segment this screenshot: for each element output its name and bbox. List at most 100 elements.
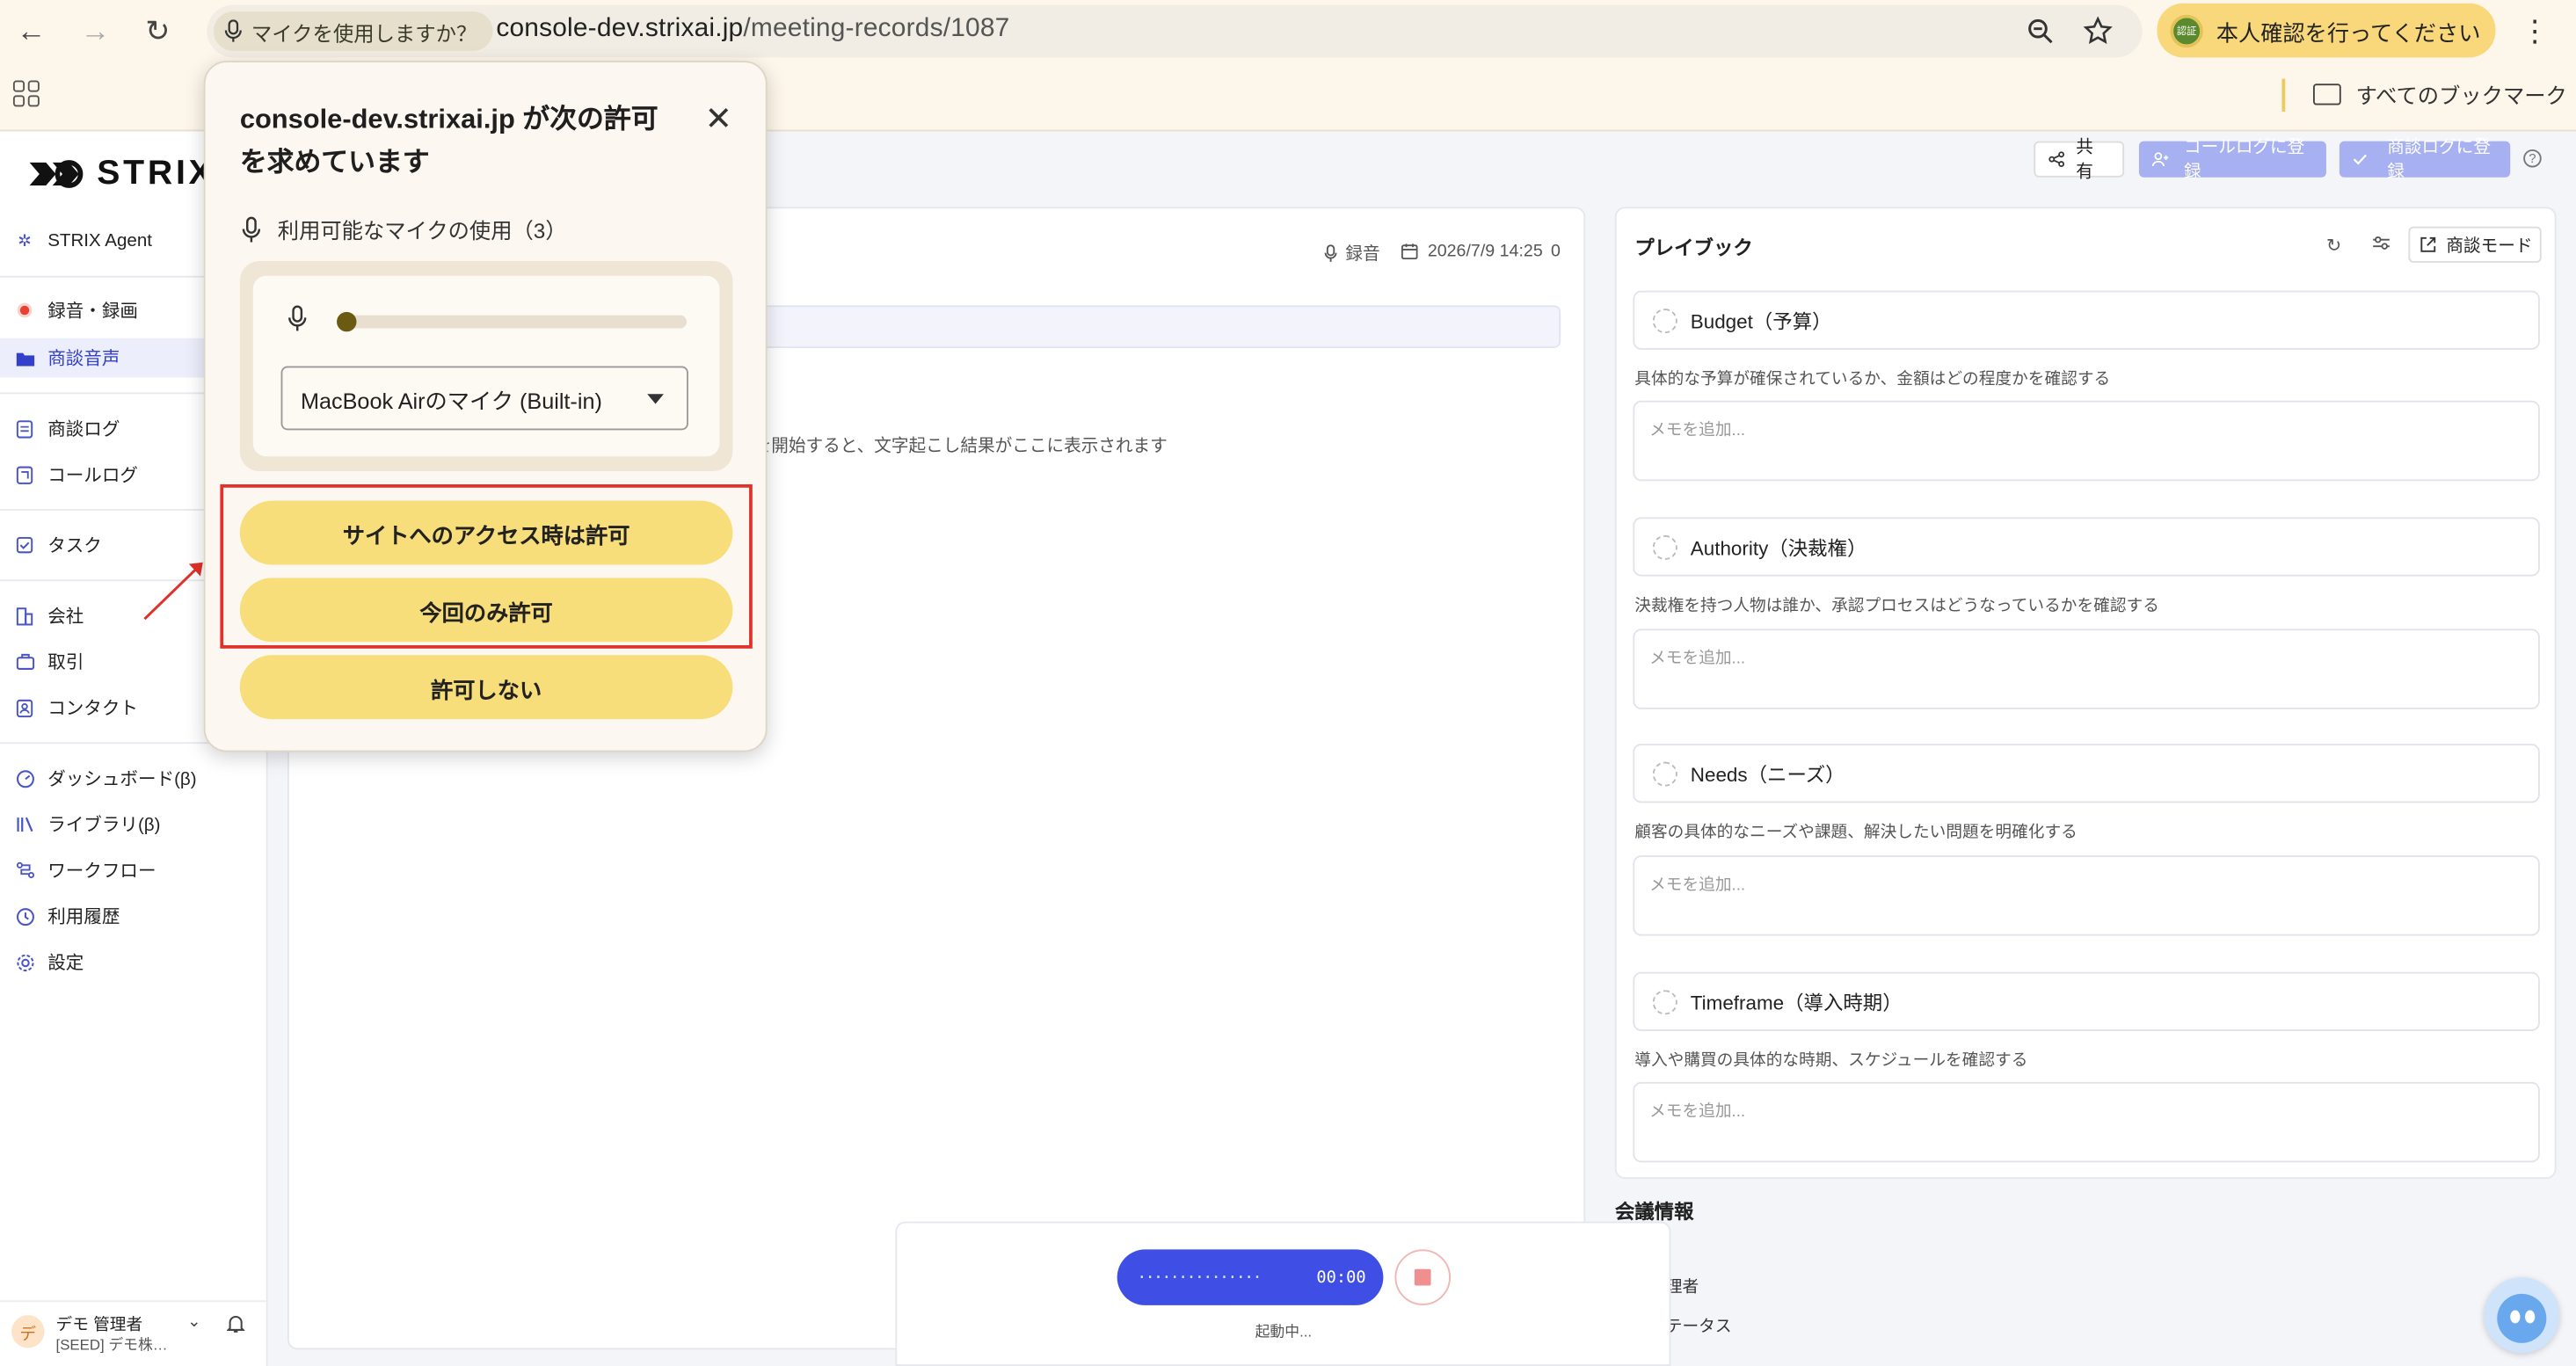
add-user-icon bbox=[2151, 152, 2169, 167]
refresh-icon[interactable]: ↻ bbox=[2326, 235, 2341, 256]
criterion-needs[interactable]: Needs（ニーズ） bbox=[1633, 744, 2540, 803]
status-circle-icon[interactable] bbox=[1652, 990, 1677, 1015]
all-bookmarks-label: すべてのブックマーク bbox=[2355, 84, 2567, 109]
workflow-icon bbox=[15, 861, 34, 880]
contact-icon bbox=[15, 698, 34, 717]
folder-icon bbox=[2312, 84, 2341, 105]
memo-input[interactable]: メモを追加... bbox=[1633, 1081, 2540, 1163]
microphone-icon bbox=[242, 215, 261, 242]
owl-mascot-icon bbox=[2497, 1293, 2547, 1343]
forward-icon[interactable]: → bbox=[74, 10, 117, 53]
dialog-title: console-dev.strixai.jp が次の許可を求めています bbox=[239, 105, 659, 178]
deal-mode-button[interactable]: 商談モード bbox=[2408, 226, 2542, 263]
criterion-timeframe[interactable]: Timeframe（導入時期） bbox=[1633, 971, 2540, 1031]
microphone-icon bbox=[288, 305, 307, 331]
reload-icon[interactable]: ↻ bbox=[136, 10, 179, 53]
record-type: 録音 bbox=[1324, 242, 1380, 266]
transcript-search-bar[interactable] bbox=[749, 305, 1561, 348]
sidebar-item-label: ワークフロー bbox=[47, 861, 156, 883]
record-icon bbox=[15, 301, 34, 320]
recorder-panel: ··············· 00:00 起動中... bbox=[895, 1221, 1671, 1366]
mic-device-value: MacBook Airのマイク (Built-in) bbox=[300, 388, 602, 413]
criterion-name: Authority（決裁権） bbox=[1690, 535, 1867, 559]
briefcase-icon bbox=[15, 652, 34, 672]
help-icon[interactable]: ? bbox=[2523, 149, 2542, 168]
microphone-icon bbox=[224, 19, 242, 42]
memo-input[interactable]: メモを追加... bbox=[1633, 400, 2540, 482]
all-bookmarks-button[interactable]: すべてのブックマーク bbox=[2312, 79, 2567, 110]
stop-button[interactable] bbox=[1394, 1249, 1451, 1305]
criterion-authority[interactable]: Authority（決裁権） bbox=[1633, 517, 2540, 577]
deal-mode-label: 商談モード bbox=[2446, 236, 2533, 256]
folder-icon bbox=[15, 348, 34, 367]
user-menu[interactable]: デ デモ 管理者 [SEED] デモ株式会社 ⌄ bbox=[0, 1300, 266, 1366]
record-datetime: 2026/7/9 14:25 bbox=[1401, 242, 1543, 261]
playbook-title: プレイブック bbox=[1634, 236, 1753, 260]
zoom-icon[interactable] bbox=[2024, 15, 2056, 47]
status-circle-icon[interactable] bbox=[1652, 761, 1677, 787]
meeting-info-row: テータス bbox=[1665, 1318, 1732, 1337]
memo-input[interactable]: メモを追加... bbox=[1633, 855, 2540, 936]
recorder-status: 起動中... bbox=[1255, 1323, 1313, 1341]
share-label: 共有 bbox=[2076, 137, 2093, 183]
gear-icon bbox=[15, 952, 34, 971]
assistant-bot-button[interactable] bbox=[2484, 1277, 2560, 1354]
identity-verify-button[interactable]: 認証 本人確認を行ってください bbox=[2157, 3, 2496, 58]
apps-grid-icon[interactable] bbox=[12, 80, 40, 107]
sparkle-icon: ✲ bbox=[18, 232, 32, 251]
sidebar-item-label: STRIX Agent bbox=[47, 231, 153, 251]
deny-button[interactable]: 許可しない bbox=[239, 655, 733, 720]
mic-level-meter bbox=[337, 311, 688, 332]
record-count: 0 bbox=[1550, 241, 1561, 261]
browser-toolbar: ← → ↻ マイクを使用しますか？ console-dev.strixai.jp… bbox=[0, 0, 2576, 62]
criterion-name: Budget（予算） bbox=[1690, 309, 1832, 333]
criterion-budget[interactable]: Budget（予算） bbox=[1633, 290, 2540, 350]
strix-logo[interactable]: STRIX bbox=[26, 155, 215, 194]
mic-device-select[interactable]: MacBook Airのマイク (Built-in) bbox=[280, 366, 688, 431]
sidebar-item-label: 録音・録画 bbox=[47, 302, 138, 323]
mic-permission-chip[interactable]: マイクを使用しますか？ bbox=[213, 11, 494, 51]
sidebar-item-settings[interactable]: 設定 bbox=[0, 942, 266, 982]
dashboard-icon bbox=[15, 768, 34, 788]
microphone-icon bbox=[1324, 244, 1337, 262]
close-icon[interactable]: ✕ bbox=[705, 98, 732, 140]
sliders-icon[interactable] bbox=[2372, 235, 2390, 256]
sidebar-item-label: ダッシュボード(β) bbox=[47, 769, 197, 790]
check-icon bbox=[2353, 154, 2367, 165]
memo-input[interactable]: メモを追加... bbox=[1633, 629, 2540, 709]
strix-logo-icon bbox=[29, 160, 84, 188]
sidebar-item-dashboard[interactable]: ダッシュボード(β) bbox=[0, 759, 266, 798]
sidebar-item-usage-history[interactable]: 利用履歴 bbox=[0, 897, 266, 936]
dropdown-caret-icon bbox=[647, 394, 664, 404]
chevron-down-icon[interactable]: ⌄ bbox=[187, 1313, 201, 1332]
criterion-description: 顧客の具体的なニーズや課題、解決したい問題を明確化する bbox=[1634, 824, 2078, 843]
status-circle-icon[interactable] bbox=[1652, 309, 1677, 334]
waveform-icon: ··············· bbox=[1137, 1268, 1263, 1287]
mic-level-indicator bbox=[337, 311, 357, 332]
criterion-description: 決裁権を持つ人物は誰か、承認プロセスはどうなっているかを確認する bbox=[1634, 597, 2159, 616]
criterion-description: 具体的な予算が確保されているか、金額はどの程度かを確認する bbox=[1634, 371, 2111, 389]
bookmark-star-icon[interactable] bbox=[2082, 15, 2114, 47]
back-icon[interactable]: ← bbox=[10, 10, 53, 53]
sidebar-item-library[interactable]: ライブラリ(β) bbox=[0, 804, 266, 844]
bell-icon[interactable] bbox=[226, 1313, 246, 1338]
external-link-icon bbox=[2420, 236, 2436, 252]
address-bar[interactable]: マイクを使用しますか？ console-dev.strixai.jp/meeti… bbox=[207, 4, 2143, 58]
register-call-log-button[interactable]: コールログに登録 bbox=[2138, 138, 2326, 182]
avatar: デ bbox=[11, 1315, 45, 1348]
history-icon bbox=[15, 906, 34, 926]
status-circle-icon[interactable] bbox=[1652, 534, 1677, 560]
browser-menu-icon[interactable]: ⋮ bbox=[2520, 15, 2550, 49]
verified-badge-icon: 認証 bbox=[2170, 13, 2203, 47]
url-path: /meeting-records/1087 bbox=[743, 14, 1010, 43]
logo-text: STRIX bbox=[97, 154, 215, 193]
user-organization: [SEED] デモ株式会社 bbox=[55, 1336, 181, 1354]
calendar-icon bbox=[1401, 243, 1418, 260]
sidebar-item-label: 取引 bbox=[47, 653, 84, 673]
sidebar-item-label: コンタクト bbox=[47, 699, 138, 720]
bookmark-separator bbox=[2281, 78, 2286, 113]
share-button[interactable]: 共有 bbox=[2034, 138, 2125, 182]
meeting-info-title: 会議情報 bbox=[1614, 1200, 1694, 1224]
register-deal-log-button[interactable]: 商談ログに登録 bbox=[2339, 138, 2511, 182]
sidebar-item-workflow[interactable]: ワークフロー bbox=[0, 851, 266, 890]
